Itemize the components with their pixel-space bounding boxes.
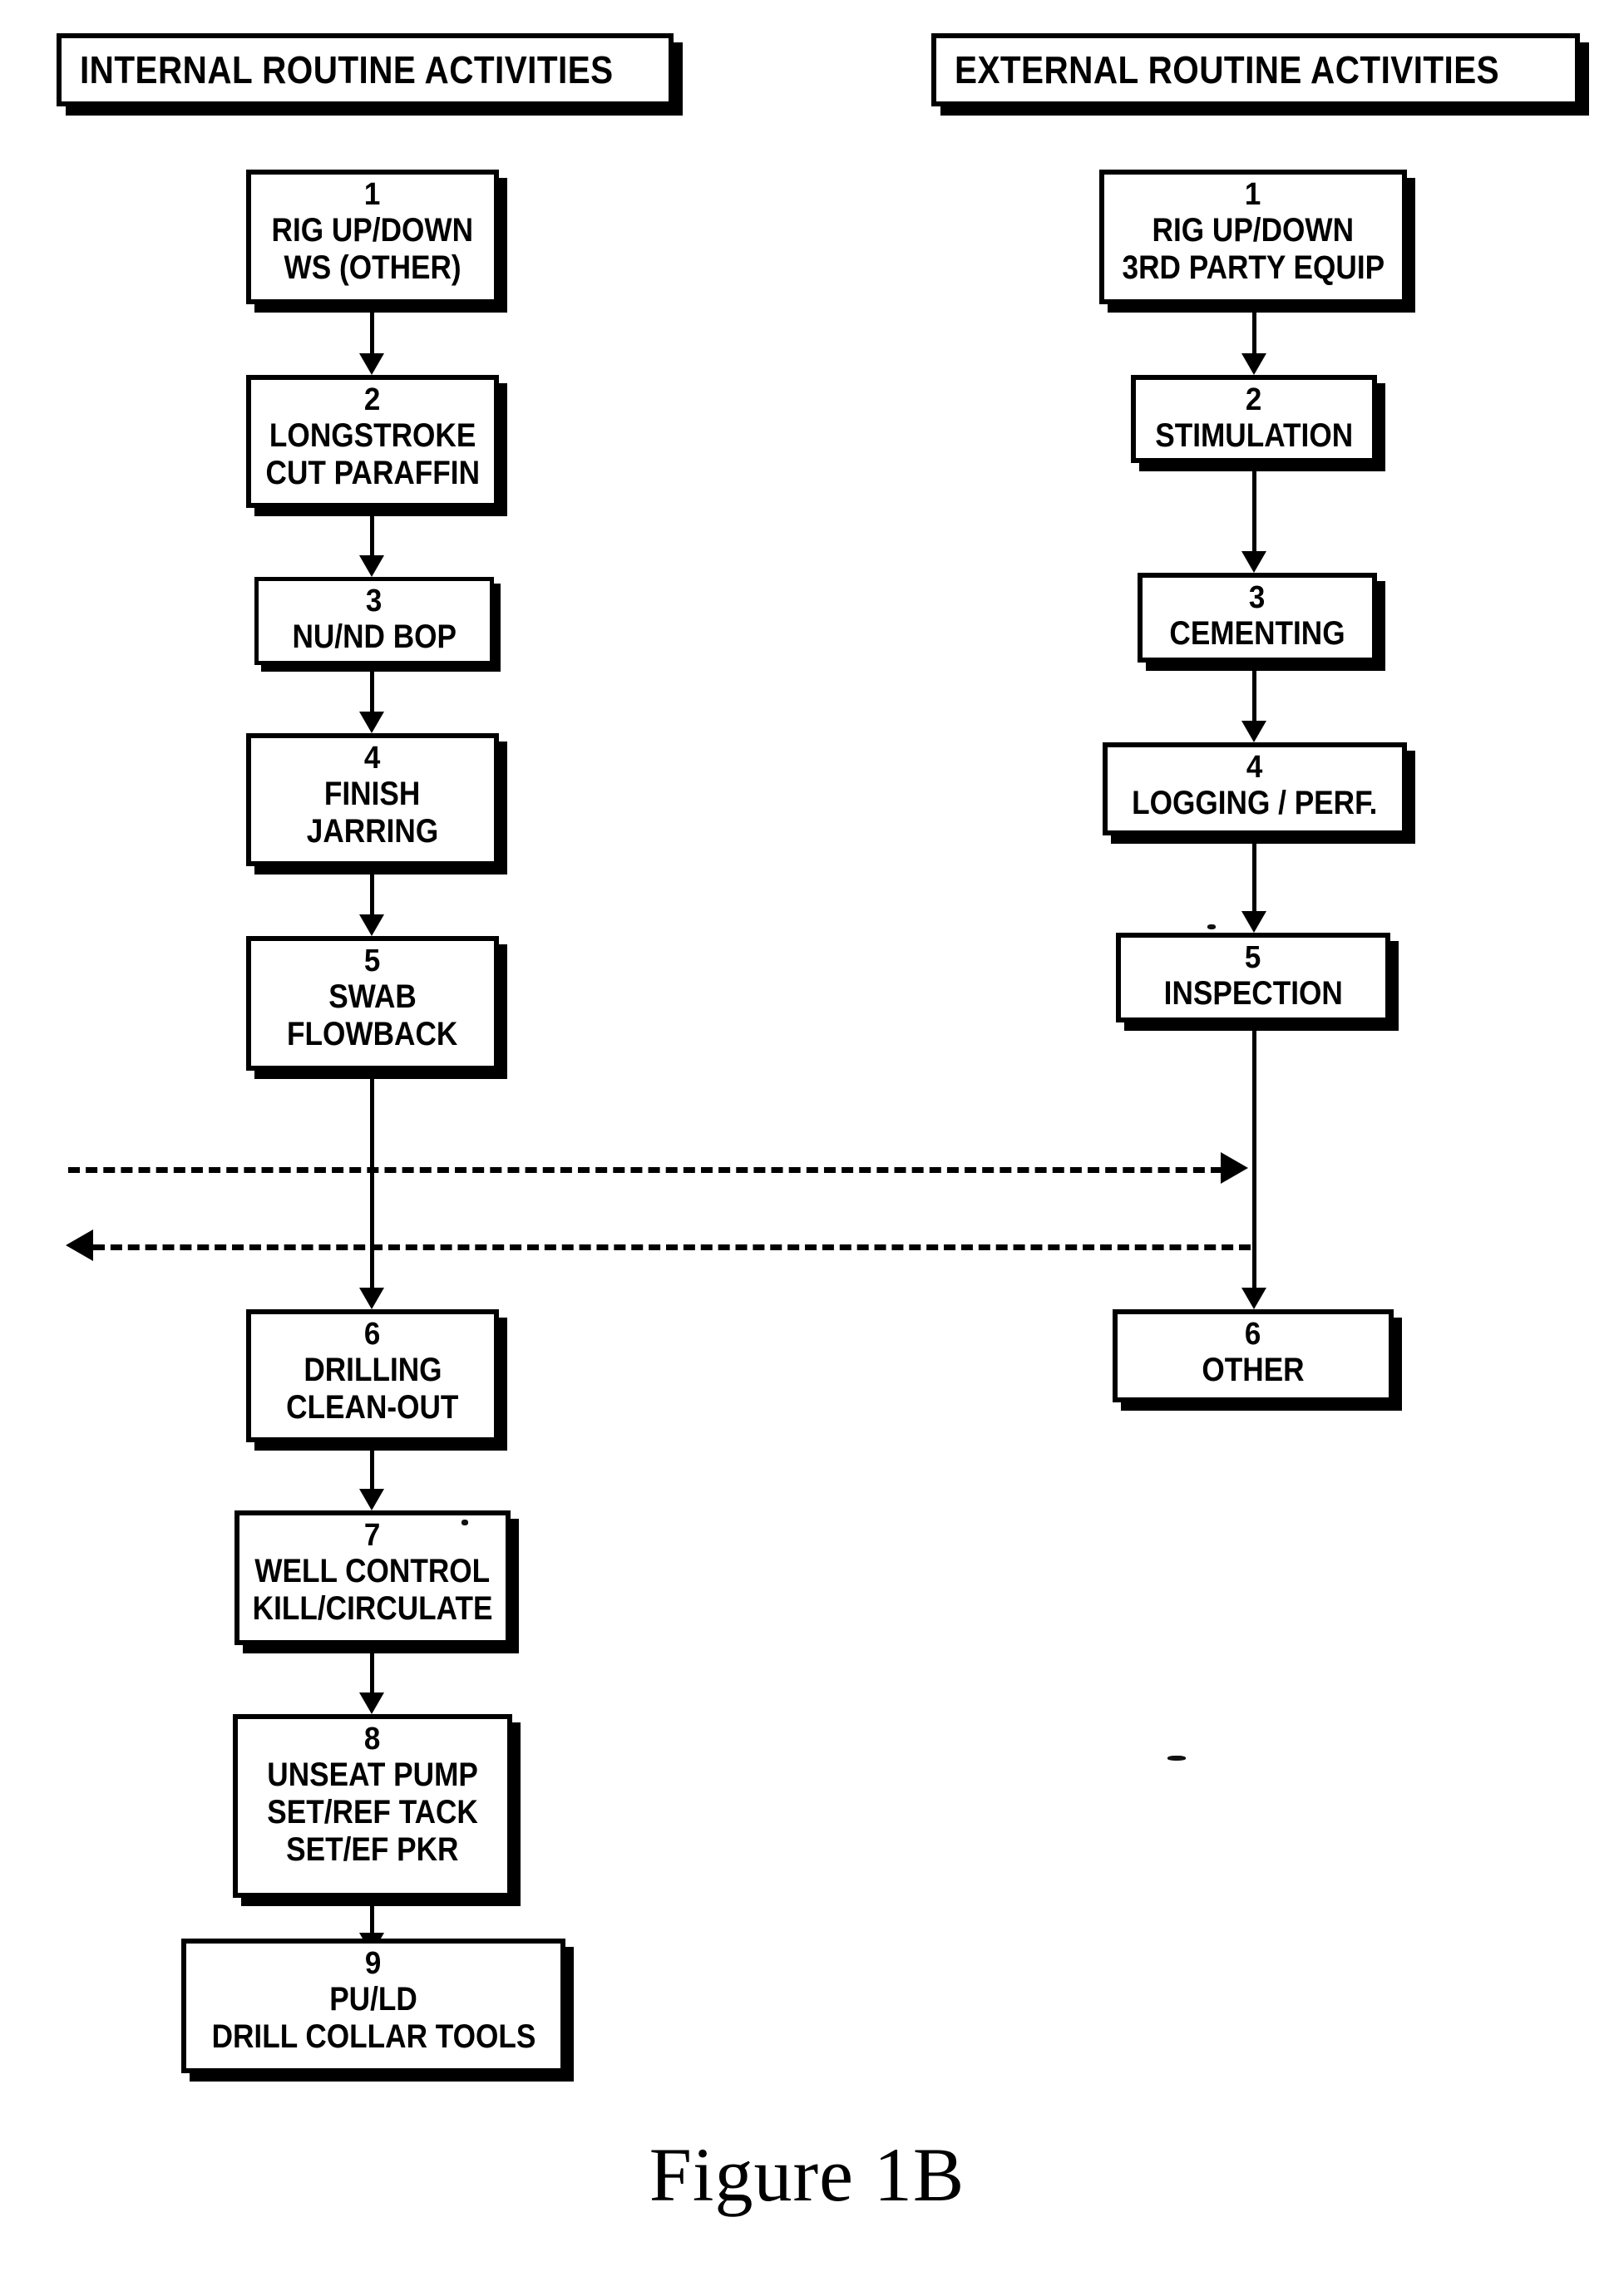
external-step-4-number: 4 [1246,750,1263,785]
internal-step-7-line-2: KILL/CIRCULATE [252,1589,493,1627]
internal-step-9-number: 9 [365,1946,382,1981]
external-step-5-line-1: INSPECTION [1163,975,1343,1013]
internal-step-3-line-1: NU/ND BOP [292,618,457,656]
internal-step-3-number: 3 [366,584,383,618]
external-step-3-number: 3 [1249,580,1266,615]
internal-arrow-3-to-4 [359,665,384,733]
figure-1b-diagram: INTERNAL ROUTINE ACTIVITIES EXTERNAL ROU… [0,0,1614,2296]
external-step-2-line-1: STIMULATION [1155,417,1353,455]
external-step-3-line-1: CEMENTING [1169,615,1345,653]
column-header-external-label: EXTERNAL ROUTINE ACTIVITIES [955,48,1500,91]
external-step-1-line-1: RIG UP/DOWN [1152,212,1355,249]
internal-step-4[interactable]: 4 FINISH JARRING [246,733,499,866]
scan-speck [1167,1756,1186,1761]
cross-link-internal-to-external-line [68,1167,1222,1173]
cross-link-external-to-internal-arrowhead [66,1229,93,1261]
external-arrow-2-to-3 [1241,463,1266,573]
internal-step-4-number: 4 [364,741,381,776]
scan-speck [1207,924,1216,929]
internal-step-5[interactable]: 5 SWAB FLOWBACK [246,936,499,1071]
internal-step-8-line-2: SET/REF TACK [267,1793,478,1830]
external-step-1[interactable]: 1 RIG UP/DOWN 3RD PARTY EQUIP [1099,170,1407,304]
external-step-6-number: 6 [1245,1317,1261,1352]
internal-step-7-number: 7 [364,1518,381,1553]
column-header-external: EXTERNAL ROUTINE ACTIVITIES [931,33,1580,106]
internal-step-6[interactable]: 6 DRILLING CLEAN-OUT [246,1309,499,1442]
internal-step-9-line-2: DRILL COLLAR TOOLS [211,2018,536,2055]
cross-link-external-to-internal-line [93,1244,1251,1250]
scan-speck [461,1520,468,1525]
internal-step-5-number: 5 [364,944,381,978]
internal-step-6-number: 6 [364,1317,381,1352]
external-step-1-number: 1 [1245,177,1261,212]
figure-caption: Figure 1B [649,2132,965,2217]
external-step-3[interactable]: 3 CEMENTING [1138,573,1377,663]
external-step-6[interactable]: 6 OTHER [1113,1309,1394,1402]
external-arrow-4-to-5 [1241,835,1266,933]
internal-arrow-4-to-5 [359,866,384,936]
internal-arrow-2-to-3 [359,508,384,577]
internal-arrow-1-to-2 [359,304,384,375]
external-step-5[interactable]: 5 INSPECTION [1116,933,1390,1022]
internal-step-9[interactable]: 9 PU/LD DRILL COLLAR TOOLS [181,1939,565,2073]
internal-step-2-line-2: CUT PARAFFIN [265,454,480,491]
external-step-4[interactable]: 4 LOGGING / PERF. [1103,742,1407,835]
internal-step-7[interactable]: 7 WELL CONTROL KILL/CIRCULATE [234,1510,511,1645]
internal-step-6-line-2: CLEAN-OUT [286,1388,459,1426]
internal-arrow-5-to-6 [359,1071,384,1309]
external-step-4-line-1: LOGGING / PERF. [1132,785,1378,822]
external-step-2[interactable]: 2 STIMULATION [1131,375,1377,463]
internal-step-2-line-1: LONGSTROKE [269,417,476,455]
internal-arrow-7-to-8 [359,1645,384,1714]
internal-step-3[interactable]: 3 NU/ND BOP [254,577,494,665]
cross-link-internal-to-external-arrowhead [1221,1152,1248,1184]
internal-arrow-6-to-7 [359,1442,384,1510]
external-step-1-line-2: 3RD PARTY EQUIP [1122,249,1384,286]
column-header-internal: INTERNAL ROUTINE ACTIVITIES [57,33,674,106]
internal-step-8-line-1: UNSEAT PUMP [267,1756,478,1794]
internal-step-4-line-1: FINISH [324,776,421,813]
internal-step-1-line-2: WS (OTHER) [284,249,461,286]
internal-step-5-line-2: FLOWBACK [287,1015,458,1052]
column-header-internal-label: INTERNAL ROUTINE ACTIVITIES [80,48,614,91]
internal-step-8-line-3: SET/EF PKR [286,1830,459,1868]
internal-step-6-line-1: DRILLING [303,1352,442,1389]
internal-step-1-line-1: RIG UP/DOWN [271,212,474,249]
external-step-5-number: 5 [1245,940,1261,975]
internal-step-2[interactable]: 2 LONGSTROKE CUT PARAFFIN [246,375,499,508]
internal-step-1[interactable]: 1 RIG UP/DOWN WS (OTHER) [246,170,499,304]
external-arrow-3-to-4 [1241,663,1266,742]
internal-step-8-number: 8 [364,1722,381,1756]
external-step-6-line-1: OTHER [1202,1352,1305,1389]
internal-step-9-line-1: PU/LD [329,1981,417,2018]
internal-step-4-line-2: JARRING [306,812,439,850]
internal-step-5-line-1: SWAB [328,978,417,1016]
external-step-2-number: 2 [1246,382,1262,417]
internal-step-2-number: 2 [364,382,381,417]
internal-step-1-number: 1 [364,177,381,212]
internal-step-8[interactable]: 8 UNSEAT PUMP SET/REF TACK SET/EF PKR [233,1714,512,1898]
internal-step-7-line-1: WELL CONTROL [254,1553,491,1590]
external-arrow-1-to-2 [1241,304,1266,375]
